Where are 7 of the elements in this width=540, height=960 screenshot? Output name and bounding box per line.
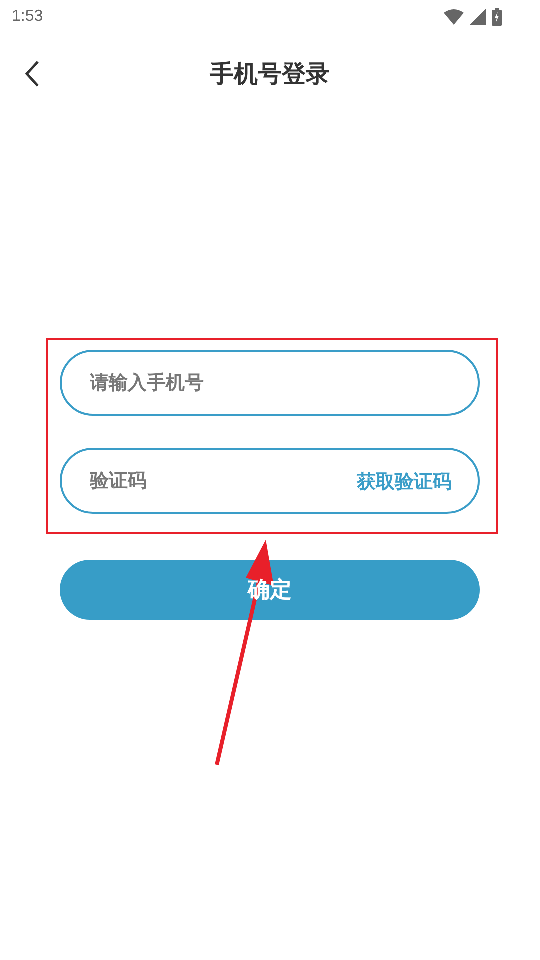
battery-icon <box>492 8 502 26</box>
wifi-icon <box>444 9 464 25</box>
get-code-link[interactable]: 获取验证码 <box>357 469 452 495</box>
phone-input-field[interactable]: 请输入手机号 <box>60 350 480 416</box>
signal-icon <box>470 9 486 25</box>
page-title: 手机号登录 <box>210 59 330 90</box>
status-time: 1:53 <box>12 8 44 26</box>
